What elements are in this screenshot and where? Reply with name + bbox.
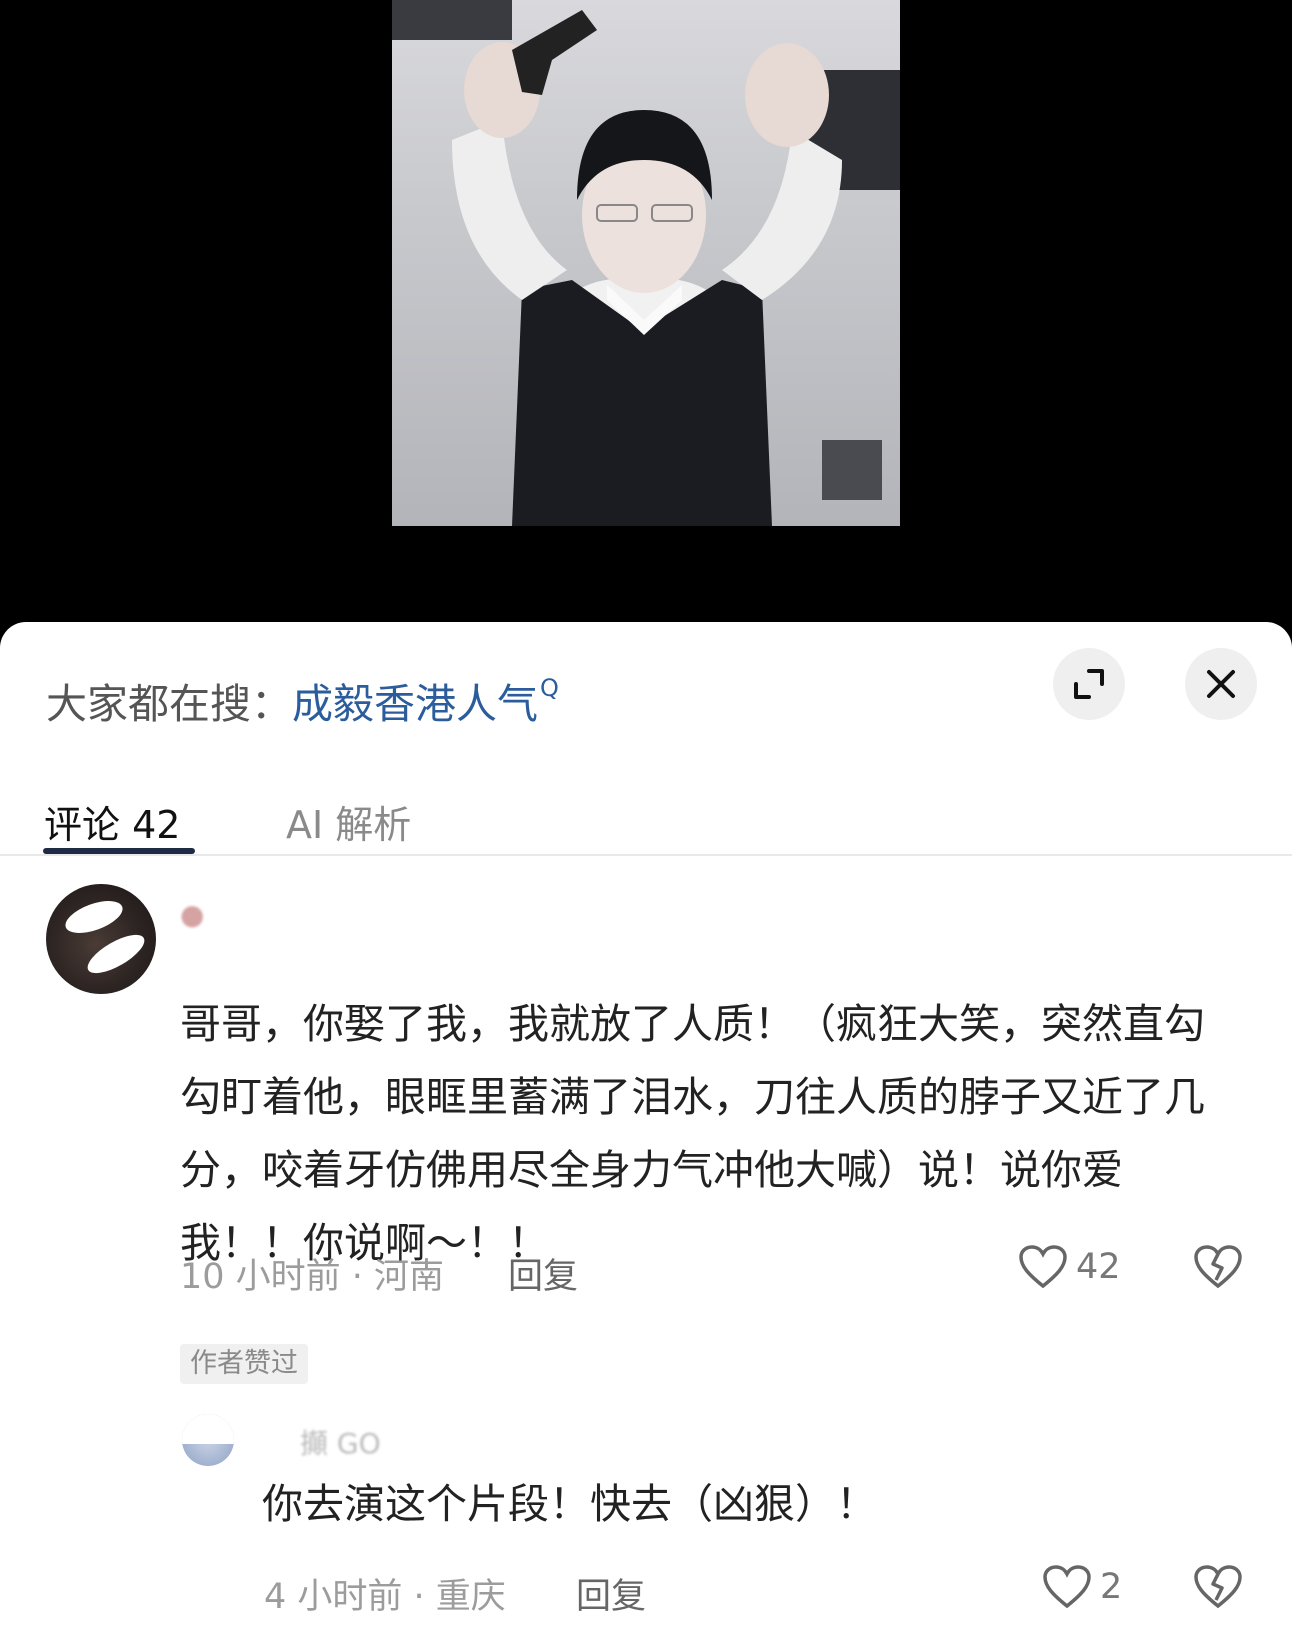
avatar[interactable] xyxy=(46,884,156,994)
broken-heart-icon xyxy=(1194,1565,1242,1609)
comment-author-name[interactable]: ● xyxy=(180,898,204,931)
reply-like-count: 2 xyxy=(1100,1567,1123,1607)
post-image xyxy=(392,0,900,526)
reply-meta: 4 小时前 · 重庆 xyxy=(264,1577,506,1617)
heart-outline-icon xyxy=(1019,1245,1067,1289)
tab-bar: 评论 42 AI 解析 xyxy=(0,772,1292,856)
close-icon xyxy=(1207,670,1235,698)
man-raising-hands-illustration xyxy=(392,0,900,526)
close-button[interactable] xyxy=(1185,648,1257,720)
tab-ai-analysis[interactable]: AI 解析 xyxy=(286,794,411,849)
comment-sheet: 大家都在搜： 成毅香港人气 𝖰 评论 42 AI 解析 ● 哥哥，你娶了我，我就… xyxy=(0,622,1292,1632)
reply-button[interactable]: 回复 xyxy=(508,1248,578,1299)
tab-comments[interactable]: 评论 42 xyxy=(44,794,180,849)
like-button[interactable]: 42 xyxy=(1018,1244,1121,1290)
reply-like-button[interactable]: 2 xyxy=(1042,1564,1122,1610)
dislike-button[interactable] xyxy=(1193,1244,1243,1294)
reply-reply-button[interactable]: 回复 xyxy=(576,1568,646,1619)
trending-search-term[interactable]: 成毅香港人气 xyxy=(292,670,538,730)
active-tab-indicator xyxy=(43,848,195,854)
trending-search-prefix: 大家都在搜： xyxy=(46,680,292,728)
comment-meta: 10 小时前 · 河南 xyxy=(180,1257,445,1297)
like-count: 42 xyxy=(1076,1247,1121,1287)
expand-button[interactable] xyxy=(1053,648,1125,720)
expand-icon xyxy=(1074,669,1104,699)
author-liked-badge: 作者赞过 xyxy=(180,1344,308,1384)
reply-author-name[interactable]: 攧 GO xyxy=(300,1422,381,1462)
reply-dislike-button[interactable] xyxy=(1193,1564,1243,1614)
search-icon[interactable]: 𝖰 xyxy=(540,674,559,702)
video-area[interactable] xyxy=(0,0,1292,640)
reply-text: 你去演这个片段！快去（凶狠）！ xyxy=(262,1480,877,1528)
broken-heart-icon xyxy=(1194,1245,1242,1289)
heart-outline-icon xyxy=(1043,1565,1091,1609)
reply-avatar[interactable] xyxy=(182,1414,234,1466)
comment-text: 哥哥，你娶了我，我就放了人质！（疯狂大笑，突然直勾勾盯着他，眼眶里蓄满了泪水，刀… xyxy=(180,1000,1205,1267)
trending-search[interactable]: 大家都在搜： 成毅香港人气 𝖰 xyxy=(46,670,559,730)
